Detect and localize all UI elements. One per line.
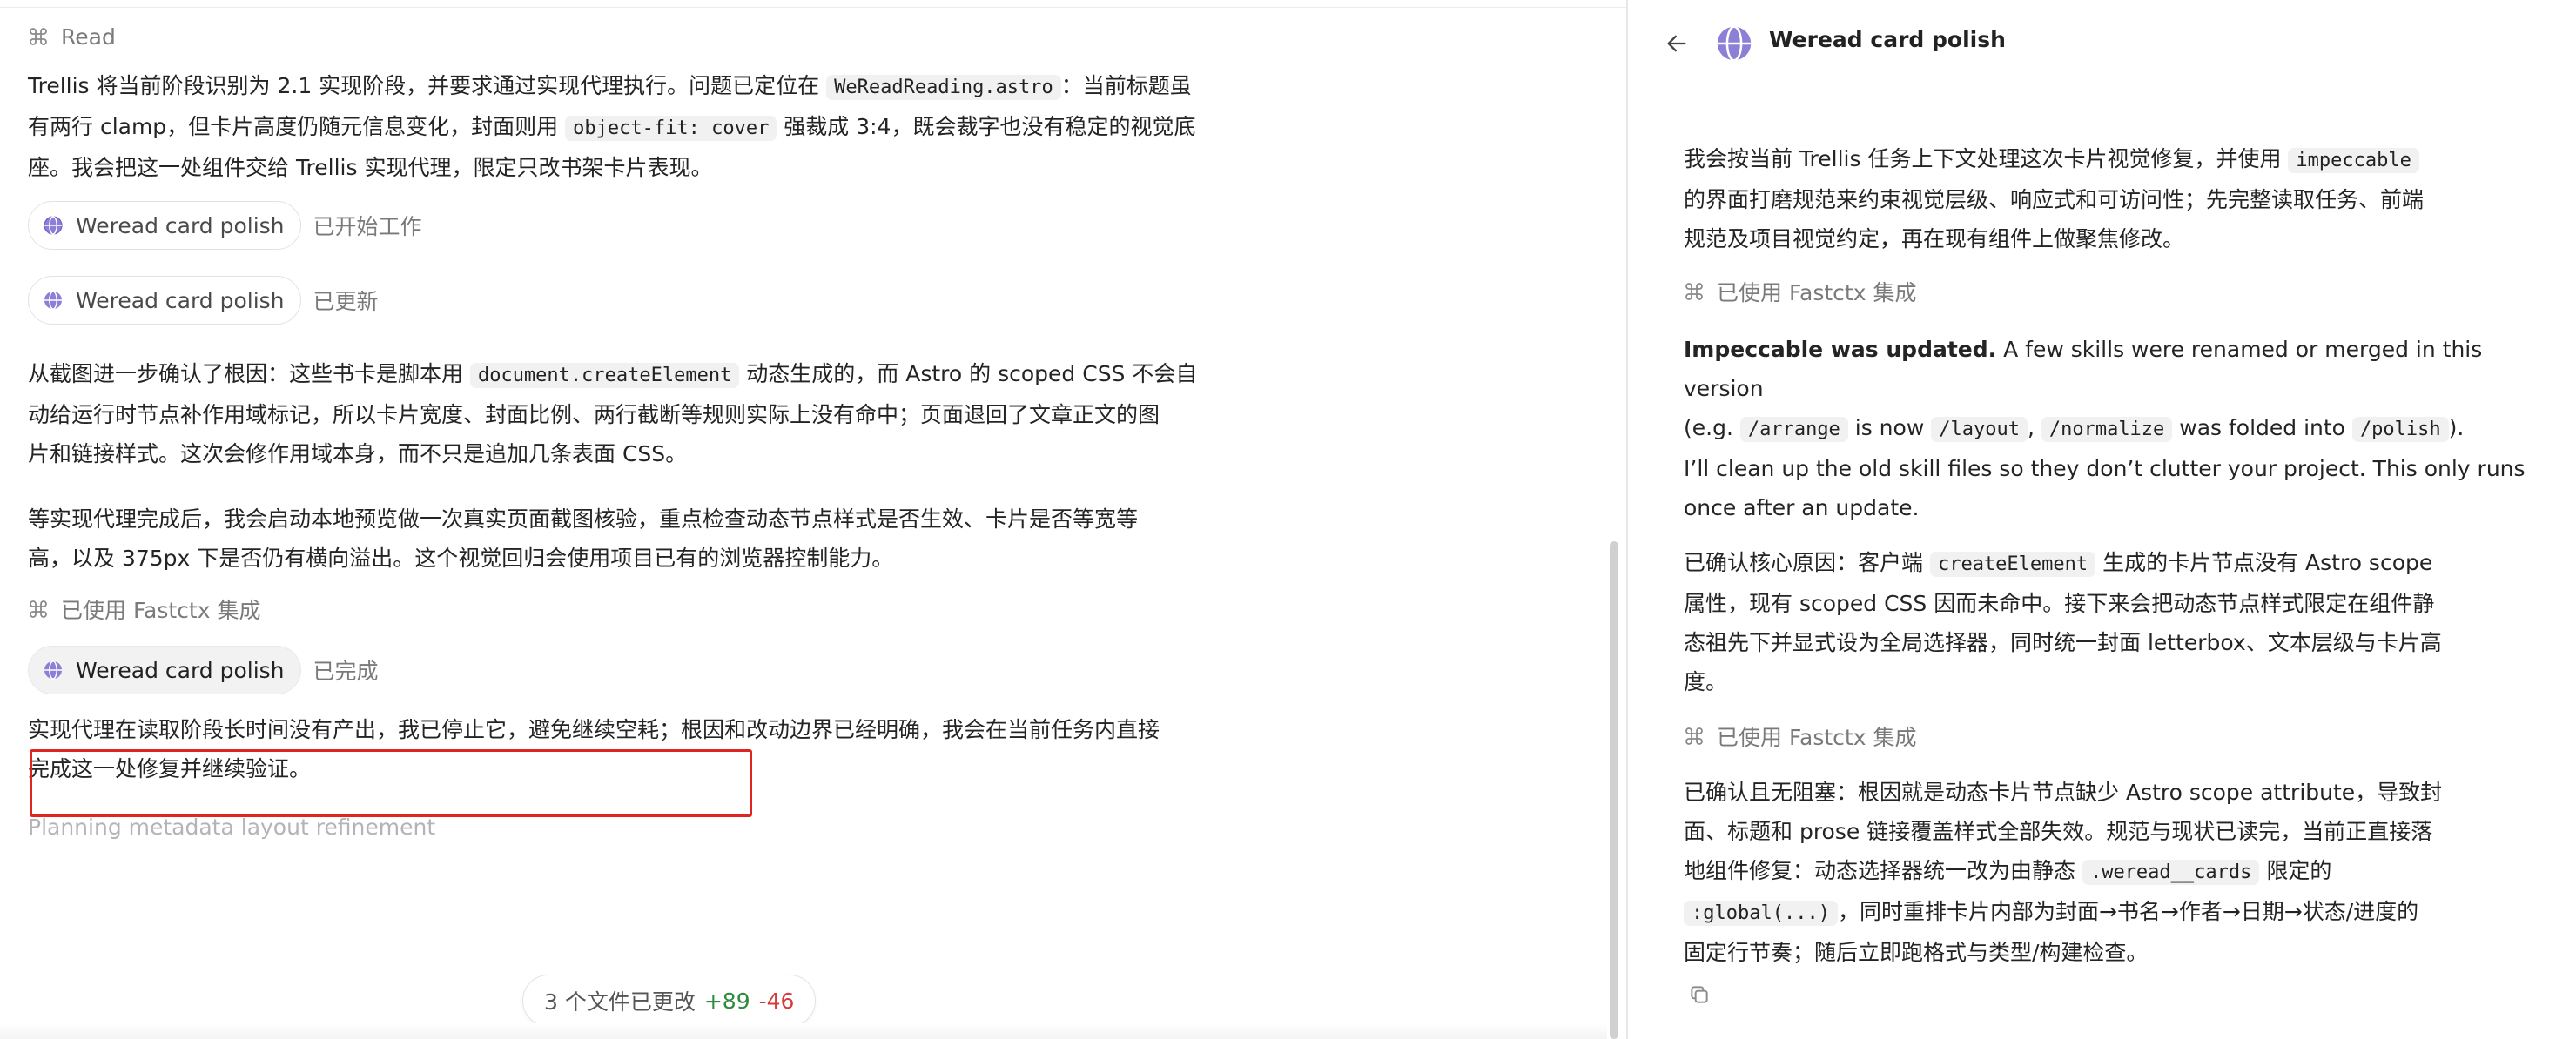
inline-code: /arrange [1739, 417, 1848, 442]
fastctx-tool-line[interactable]: 已使用 Fastctx 集成 [1684, 719, 2541, 754]
scrollbar-thumb[interactable] [1610, 541, 1618, 1039]
message-assistant-3: 等实现代理完成后，我会启动本地预览做一次真实页面截图核验，重点检查动态节点样式是… [28, 506, 1139, 571]
lines-removed: -46 [758, 988, 795, 1014]
message-assistant-1: Trellis 将当前阶段识别为 2.1 实现阶段，并要求通过实现代理执行。问题… [28, 73, 1196, 180]
command-icon [1685, 283, 1703, 300]
agent-status-row-done: Weread card polish 已完成 [28, 646, 1316, 694]
copy-icon [1691, 986, 1708, 1003]
agent-message-1: 我会按当前 Trellis 任务上下文处理这次卡片视觉修复，并使用 impecc… [1684, 146, 2425, 251]
agent-status-row-started: Weread card polish 已开始工作 [28, 201, 1316, 250]
inline-code: WeReadReading.astro [826, 75, 1061, 100]
agent-detail-panel: Weread card polish 我会按当前 Trellis 任务上下文处理… [1628, 0, 2576, 1039]
tool-used-label: 已使用 Fastctx 集成 [1717, 725, 1917, 750]
agent-chip-label: Weread card polish [76, 657, 285, 683]
copy-button[interactable] [1684, 979, 1715, 1010]
read-tool-line[interactable]: Read [28, 19, 1316, 54]
agent-chip-label: Weread card polish [76, 212, 285, 238]
files-changed-label: 3 个文件已更改 [544, 989, 696, 1015]
agent-globe-icon [1717, 25, 1752, 62]
agent-chip-label: Weread card polish [76, 287, 285, 313]
agent-message-3: 已确认核心原因：客户端 createElement 生成的卡片节点没有 Astr… [1684, 550, 2442, 694]
inline-code: :global(...) [1684, 901, 1838, 926]
thinking-status: Planning metadata layout refinement [28, 814, 436, 840]
agent-message-2: Impeccable was updated. A few skills wer… [1684, 337, 2526, 520]
agent-message-4: 已确认且无阻塞：根因就是动态卡片节点缺少 Astro scope attribu… [1684, 780, 2443, 965]
arrow-left-icon [1667, 35, 1686, 52]
back-button[interactable] [1659, 26, 1694, 61]
inline-code: /normalize [2041, 417, 2173, 442]
inline-code: .weread__cards [2082, 860, 2260, 885]
agent-status-text: 已开始工作 [313, 214, 422, 239]
inline-code: document.createElement [469, 363, 740, 388]
message-assistant-4: 实现代理在读取阶段长时间没有产出，我已停止它，避免继续空耗；根因和改动边界已经明… [28, 717, 1160, 781]
agent-chip[interactable]: Weread card polish [28, 276, 301, 325]
command-icon [1685, 727, 1703, 745]
inline-code: object-fit: cover [565, 116, 777, 141]
agent-globe-icon [44, 291, 62, 310]
highlighted-text: 实现代理在读取阶段长时间没有产出，我已停止它，避免继续空耗； [28, 717, 682, 742]
command-icon [30, 600, 47, 618]
tool-used-label: 已使用 Fastctx 集成 [1717, 280, 1917, 305]
agent-message-column: 我会按当前 Trellis 任务上下文处理这次卡片视觉修复，并使用 impecc… [1684, 139, 2541, 1010]
inline-code: createElement [1929, 552, 2096, 577]
message-assistant-2: 从截图进一步确认了根因：这些书卡是脚本用 document.createElem… [28, 361, 1198, 466]
command-icon [30, 28, 47, 45]
update-notice-bold: Impeccable was updated. [1684, 337, 1997, 362]
inline-code: /polish [2351, 417, 2449, 442]
top-divider [0, 7, 1626, 8]
conversation-column: Read Trellis 将当前阶段识别为 2.1 实现阶段，并要求通过实现代理… [28, 16, 1316, 840]
agent-chip[interactable]: Weread card polish [28, 646, 301, 694]
inline-code: /layout [1931, 417, 2028, 442]
composer-edge [0, 1023, 1607, 1039]
agent-globe-icon [44, 216, 63, 235]
panel-header: Weread card polish [1628, 0, 2576, 87]
agent-globe-icon [44, 660, 62, 680]
agent-chip[interactable]: Weread card polish [28, 201, 301, 250]
agent-status-text: 已更新 [313, 289, 379, 314]
files-changed-pill[interactable]: 3 个文件已更改 +89 -46 [522, 975, 817, 1027]
fastctx-tool-line[interactable]: 已使用 Fastctx 集成 [28, 592, 1316, 627]
agent-status-text: 已完成 [313, 659, 379, 684]
fastctx-tool-line[interactable]: 已使用 Fastctx 集成 [1684, 274, 2541, 309]
conversation-panel: Read Trellis 将当前阶段识别为 2.1 实现阶段，并要求通过实现代理… [0, 0, 1626, 1039]
lines-added: +89 [703, 988, 750, 1014]
inline-code: impeccable [2288, 148, 2419, 173]
agent-status-row-updated: Weread card polish 已更新 [28, 276, 1316, 325]
panel-title: Weread card polish [1769, 27, 2006, 52]
tool-used-label: 已使用 Fastctx 集成 [61, 598, 261, 623]
read-label: Read [61, 23, 116, 50]
